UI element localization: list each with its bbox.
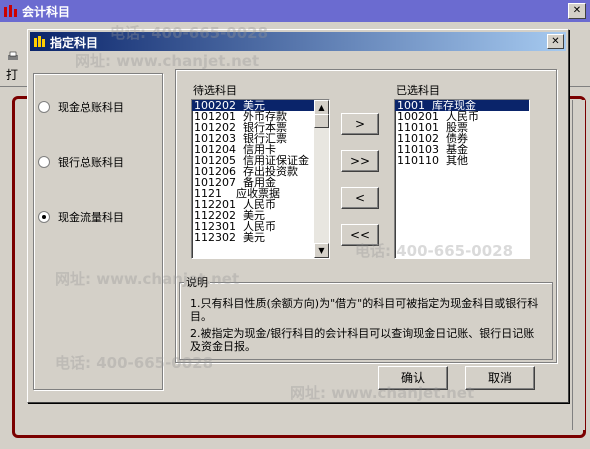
list-item[interactable]: 112302 美元 — [192, 232, 329, 243]
option-label: 现金流量科目 — [58, 211, 124, 224]
scroll-down-icon[interactable]: ▼ — [314, 243, 329, 258]
selected-items: 1001 库存现金 100201 人民币 110101 股票 110102 债券 110… — [395, 100, 529, 166]
remove-one-button[interactable]: < — [341, 187, 379, 209]
option-label: 银行总账科目 — [58, 156, 124, 169]
option-cash-general[interactable]: 现金总账科目 — [38, 99, 126, 115]
account-selection-panel: 待选科目 100202 美元 101201 外币存款 101202 银行本票 1012… — [175, 69, 557, 363]
cancel-button[interactable]: 取消 — [465, 366, 535, 390]
parent-title: 会计科目 — [22, 5, 71, 19]
remove-all-button[interactable]: << — [341, 224, 379, 246]
app-icon — [4, 5, 17, 17]
parent-title-bar: 会计科目 ✕ — [0, 0, 590, 22]
candidate-list[interactable]: 100202 美元 101201 外币存款 101202 银行本票 101203 银行… — [191, 99, 330, 259]
radio-cash-general[interactable] — [38, 101, 50, 113]
add-one-button[interactable]: > — [341, 113, 379, 135]
dialog-app-icon — [34, 36, 45, 47]
parent-scrollbar[interactable] — [572, 100, 585, 430]
option-label: 现金总账科目 — [58, 101, 124, 114]
assign-account-dialog: 指定科目 ✕ 现金总账科目 银行总账科目 现金流量科目 待选科目 100202 … — [27, 29, 569, 403]
note-group: 说明 1.只有科目性质(余额方向)为"借方"的科目可被指定为现金科目或银行科目。… — [179, 274, 553, 360]
note-title: 说明 — [184, 274, 210, 290]
print-label[interactable]: 打 — [6, 66, 18, 83]
selected-header: 已选科目 — [396, 84, 440, 97]
note-line-2: 2.被指定为现金/银行科目的会计科目可以查询现金日记账、银行日记账及资金日报。 — [190, 327, 535, 353]
parent-close-icon[interactable]: ✕ — [568, 3, 586, 19]
dialog-title: 指定科目 — [50, 36, 99, 50]
option-cash-flow[interactable]: 现金流量科目 — [38, 209, 126, 225]
note-line-1: 1.只有科目性质(余额方向)为"借方"的科目可被指定为现金科目或银行科目。 — [190, 297, 539, 323]
account-type-group: 现金总账科目 银行总账科目 现金流量科目 — [33, 73, 163, 390]
selected-list[interactable]: 1001 库存现金 100201 人民币 110101 股票 110102 债券 110… — [394, 99, 530, 259]
dialog-title-bar: 指定科目 ✕ — [30, 32, 566, 51]
ok-button[interactable]: 确认 — [378, 366, 448, 390]
scroll-up-icon[interactable]: ▲ — [314, 100, 329, 115]
print-icon[interactable] — [6, 50, 20, 64]
candidate-items: 100202 美元 101201 外币存款 101202 银行本票 101203 银行… — [192, 100, 329, 243]
dialog-close-icon[interactable]: ✕ — [547, 34, 564, 49]
scroll-thumb[interactable] — [314, 114, 329, 128]
add-all-button[interactable]: >> — [341, 150, 379, 172]
radio-bank-general[interactable] — [38, 156, 50, 168]
radio-cash-flow[interactable] — [38, 211, 50, 223]
list-item[interactable]: 110110 其他 — [395, 155, 529, 166]
candidate-header: 待选科目 — [193, 84, 237, 97]
candidate-scrollbar[interactable]: ▲ ▼ — [314, 100, 329, 258]
option-bank-general[interactable]: 银行总账科目 — [38, 154, 126, 170]
